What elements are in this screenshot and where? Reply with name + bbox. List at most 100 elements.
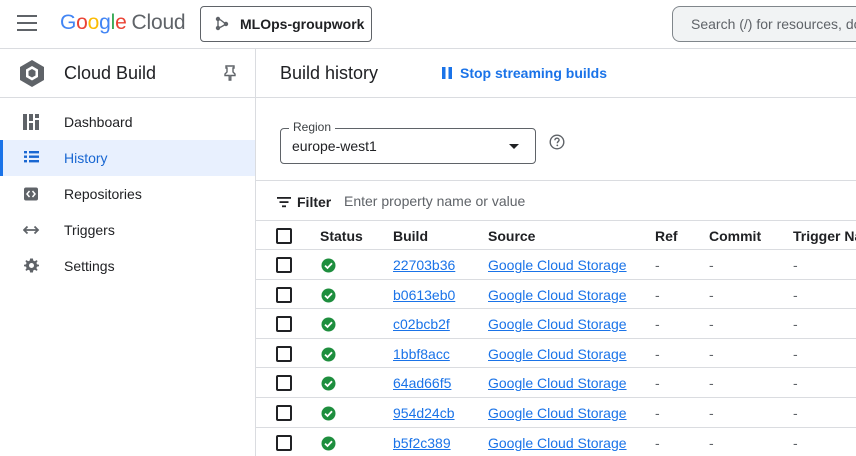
pause-icon bbox=[442, 67, 452, 79]
page-header: Build history Stop streaming builds bbox=[256, 49, 856, 98]
logo-letter: o bbox=[76, 11, 88, 34]
build-id-link[interactable]: b0613eb0 bbox=[393, 287, 455, 303]
commit-value: - bbox=[709, 316, 714, 333]
table-row: 22703b36 Google Cloud Storage - - - bbox=[256, 250, 856, 280]
trigger-icon bbox=[23, 225, 40, 235]
table-row: b5f2c389 Google Cloud Storage - - - bbox=[256, 428, 856, 456]
logo-letter: g bbox=[99, 11, 111, 34]
build-id-link[interactable]: 22703b36 bbox=[393, 257, 455, 273]
list-icon bbox=[24, 151, 39, 163]
source-link[interactable]: Google Cloud Storage bbox=[488, 405, 627, 421]
table-row: 64ad66f5 Google Cloud Storage - - - bbox=[256, 368, 856, 398]
row-checkbox[interactable] bbox=[276, 286, 292, 303]
trigger-value: - bbox=[793, 345, 798, 362]
success-check-icon bbox=[321, 258, 336, 273]
logo-letter: e bbox=[115, 11, 127, 34]
build-history-table: Status Build Source Ref Commit Trigger N… bbox=[256, 221, 856, 456]
help-icon[interactable] bbox=[549, 134, 565, 150]
row-checkbox[interactable] bbox=[276, 375, 292, 392]
table-row: 1bbf8acc Google Cloud Storage - - - bbox=[256, 339, 856, 369]
row-checkbox[interactable] bbox=[276, 257, 292, 273]
filter-bar: Filter bbox=[256, 180, 856, 221]
build-id-link[interactable]: c02bcb2f bbox=[393, 316, 450, 332]
logo-suffix: Cloud bbox=[131, 11, 186, 34]
column-header-trigger[interactable]: Trigger Na bbox=[793, 228, 856, 244]
logo-letter: G bbox=[60, 11, 77, 34]
sidebar-item-triggers[interactable]: Triggers bbox=[0, 212, 255, 248]
pin-icon[interactable] bbox=[223, 65, 237, 81]
gear-icon bbox=[24, 258, 39, 273]
trigger-value: - bbox=[793, 316, 798, 333]
commit-value: - bbox=[709, 286, 714, 303]
sidebar-item-history[interactable]: History bbox=[0, 140, 255, 176]
stop-streaming-label: Stop streaming builds bbox=[460, 65, 608, 81]
region-value: europe-west1 bbox=[292, 138, 377, 154]
build-id-link[interactable]: b5f2c389 bbox=[393, 435, 451, 451]
logo-letter: o bbox=[87, 11, 100, 34]
sidebar-item-label: History bbox=[64, 150, 108, 166]
sidebar-header: Cloud Build bbox=[0, 49, 255, 98]
commit-value: - bbox=[709, 345, 714, 362]
source-link[interactable]: Google Cloud Storage bbox=[488, 257, 627, 273]
sidebar-item-dashboard[interactable]: Dashboard bbox=[0, 104, 255, 140]
project-icon bbox=[215, 16, 229, 31]
repository-icon bbox=[24, 187, 38, 201]
sidebar-item-label: Triggers bbox=[64, 222, 115, 238]
filter-icon bbox=[277, 197, 291, 208]
search-input[interactable]: Search (/) for resources, do bbox=[672, 6, 856, 42]
column-header-commit[interactable]: Commit bbox=[709, 228, 761, 244]
project-picker-button[interactable]: MLOps-groupwork bbox=[200, 6, 372, 42]
trigger-value: - bbox=[793, 375, 798, 392]
build-id-link[interactable]: 954d24cb bbox=[393, 405, 455, 421]
sidebar-item-repositories[interactable]: Repositories bbox=[0, 176, 255, 212]
table-row: 954d24cb Google Cloud Storage - - - bbox=[256, 398, 856, 428]
google-cloud-logo[interactable]: Google Cloud bbox=[60, 11, 186, 35]
sidebar-nav: Dashboard History Repositories Triggers bbox=[0, 98, 255, 284]
row-checkbox[interactable] bbox=[276, 345, 292, 362]
source-link[interactable]: Google Cloud Storage bbox=[488, 435, 627, 451]
build-id-link[interactable]: 1bbf8acc bbox=[393, 346, 450, 362]
ref-value: - bbox=[655, 375, 660, 392]
row-checkbox[interactable] bbox=[276, 404, 292, 421]
success-check-icon bbox=[321, 406, 336, 421]
success-check-icon bbox=[321, 376, 336, 391]
top-bar: Google Cloud MLOps-groupwork Search (/) f… bbox=[0, 0, 856, 49]
main-menu-icon[interactable] bbox=[17, 15, 39, 33]
main-content: Build history Stop streaming builds Regi… bbox=[256, 49, 856, 456]
trigger-value: - bbox=[793, 404, 798, 421]
column-header-build[interactable]: Build bbox=[393, 228, 428, 244]
column-header-source[interactable]: Source bbox=[488, 228, 535, 244]
sidebar: Cloud Build Dashboard History Repositori… bbox=[0, 49, 256, 456]
success-check-icon bbox=[321, 317, 336, 332]
build-id-link[interactable]: 64ad66f5 bbox=[393, 375, 451, 391]
trigger-value: - bbox=[793, 434, 798, 451]
sidebar-item-label: Dashboard bbox=[64, 114, 133, 130]
source-link[interactable]: Google Cloud Storage bbox=[488, 316, 627, 332]
dashboard-icon bbox=[23, 114, 39, 130]
ref-value: - bbox=[655, 345, 660, 362]
row-checkbox[interactable] bbox=[276, 434, 292, 451]
column-header-status[interactable]: Status bbox=[320, 228, 363, 244]
filter-input[interactable] bbox=[344, 193, 644, 209]
table-row: b0613eb0 Google Cloud Storage - - - bbox=[256, 280, 856, 310]
row-checkbox[interactable] bbox=[276, 316, 292, 333]
ref-value: - bbox=[655, 316, 660, 333]
select-all-checkbox[interactable] bbox=[276, 228, 292, 244]
cloud-build-icon bbox=[20, 60, 44, 87]
sidebar-item-settings[interactable]: Settings bbox=[0, 248, 255, 284]
ref-value: - bbox=[655, 286, 660, 303]
table-header-row: Status Build Source Ref Commit Trigger N… bbox=[256, 221, 856, 250]
region-select[interactable]: Region europe-west1 bbox=[280, 120, 536, 164]
region-label: Region bbox=[289, 120, 336, 134]
page-title: Build history bbox=[280, 63, 379, 83]
table-row: c02bcb2f Google Cloud Storage - - - bbox=[256, 309, 856, 339]
source-link[interactable]: Google Cloud Storage bbox=[488, 287, 627, 303]
sidebar-item-label: Repositories bbox=[64, 186, 142, 202]
sidebar-item-label: Settings bbox=[64, 258, 115, 274]
commit-value: - bbox=[709, 434, 714, 451]
source-link[interactable]: Google Cloud Storage bbox=[488, 346, 627, 362]
source-link[interactable]: Google Cloud Storage bbox=[488, 375, 627, 391]
column-header-ref[interactable]: Ref bbox=[655, 228, 678, 244]
stop-streaming-button[interactable]: Stop streaming builds bbox=[440, 59, 607, 87]
dropdown-arrow-icon bbox=[509, 144, 519, 149]
